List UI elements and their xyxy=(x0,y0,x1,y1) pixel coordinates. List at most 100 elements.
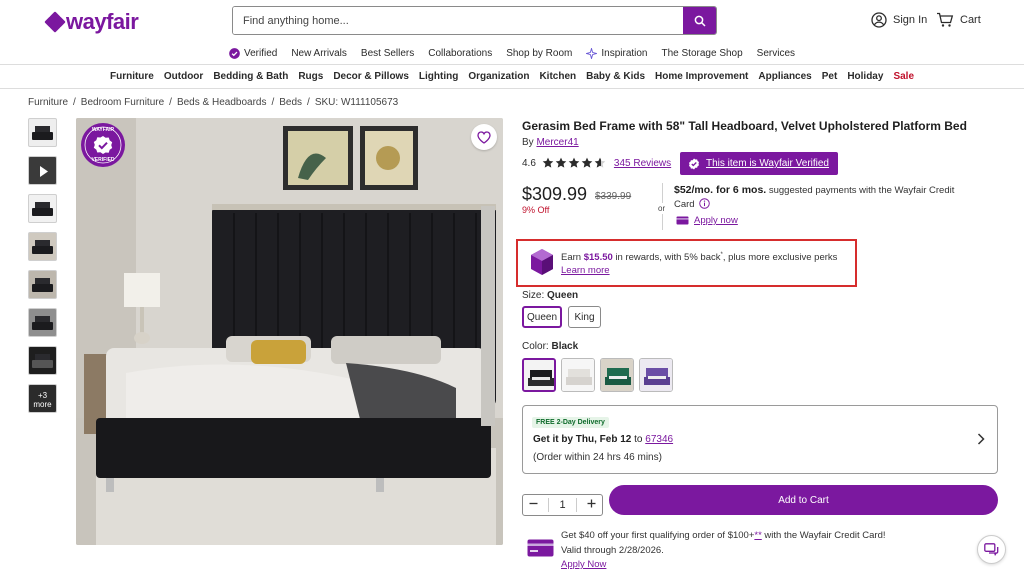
divider-line xyxy=(662,214,663,230)
thumbnail-bed-shape xyxy=(32,240,53,254)
color-swatch-white[interactable] xyxy=(561,358,595,392)
wishlist-button[interactable] xyxy=(471,124,497,150)
wayfair-verified-pill[interactable]: This item is Wayfair Verified xyxy=(680,152,838,175)
add-to-cart-button[interactable]: Add to Cart xyxy=(609,485,998,515)
thumbnail-strip: +3 more xyxy=(28,118,57,422)
nav-storage-shop[interactable]: The Storage Shop xyxy=(662,46,743,60)
thumbnail-4[interactable] xyxy=(28,232,57,261)
size-option-king[interactable]: King xyxy=(568,306,601,328)
wayfair-logo[interactable]: wayfair xyxy=(44,9,139,35)
promo-footnote-link[interactable]: ** xyxy=(754,530,761,541)
star-rating xyxy=(542,157,606,169)
thumbnail-7[interactable] xyxy=(28,346,57,375)
category-kitchen[interactable]: Kitchen xyxy=(539,71,576,82)
star-icon xyxy=(542,157,554,168)
stepper-divider xyxy=(548,498,550,512)
nav-inspiration[interactable]: Inspiration xyxy=(586,46,648,60)
category-bedding-bath[interactable]: Bedding & Bath xyxy=(213,71,288,82)
decrease-button[interactable] xyxy=(529,499,538,511)
thumbnail-6[interactable] xyxy=(28,308,57,337)
swatch-bed-black xyxy=(524,360,554,390)
nav-services[interactable]: Services xyxy=(757,46,795,60)
quantity-stepper: 1 xyxy=(522,494,603,516)
monthly-payment: $52/mo. for 6 mos. xyxy=(674,184,767,196)
info-icon[interactable] xyxy=(699,198,710,209)
category-organization[interactable]: Organization xyxy=(468,71,529,82)
seal-top-text: WAYFAIR xyxy=(91,127,115,133)
thumbnail-video[interactable] xyxy=(28,156,57,185)
promo-apply-now-link[interactable]: Apply Now xyxy=(561,559,606,570)
reviews-link[interactable]: 345 Reviews xyxy=(614,158,671,169)
category-furniture[interactable]: Furniture xyxy=(110,71,154,82)
quantity-value[interactable]: 1 xyxy=(559,499,565,511)
product-main-image[interactable]: WAYFAIR VERIFIED xyxy=(76,118,503,545)
category-baby-kids[interactable]: Baby & Kids xyxy=(586,71,645,82)
plus-icon xyxy=(587,499,596,508)
bed-photo-illustration xyxy=(76,118,503,545)
search-button[interactable] xyxy=(683,7,716,34)
chat-button[interactable] xyxy=(977,535,1006,564)
minus-icon xyxy=(529,502,538,505)
star-icon xyxy=(568,157,580,168)
breadcrumb-beds[interactable]: Beds xyxy=(279,97,302,108)
thumbnail-3[interactable] xyxy=(28,194,57,223)
wayfair-credit-card-icon xyxy=(527,539,554,557)
rewards-text: Earn $15.50 in rewards, with 5% back*, p… xyxy=(561,249,837,277)
category-lighting[interactable]: Lighting xyxy=(419,71,458,82)
brand-link[interactable]: Mercer41 xyxy=(536,137,578,148)
rewards-banner: Earn $15.50 in rewards, with 5% back*, p… xyxy=(516,239,857,287)
cart-icon xyxy=(937,12,954,27)
category-outdoor[interactable]: Outdoor xyxy=(164,71,203,82)
category-sale[interactable]: Sale xyxy=(893,71,914,82)
nav-best-sellers-label: Best Sellers xyxy=(360,47,415,59)
breadcrumb-sku: SKU: W111105673 xyxy=(314,97,399,108)
nav-verified[interactable]: Verified xyxy=(229,46,277,60)
cart-link[interactable]: Cart xyxy=(936,12,981,28)
color-swatch-green[interactable] xyxy=(600,358,634,392)
delivery-date: Get it by Thu, Feb 12 to 67346 xyxy=(533,434,673,445)
delivery-zip-link[interactable]: 67346 xyxy=(645,434,673,445)
nav-verified-label: Verified xyxy=(243,47,278,59)
color-swatch-black[interactable] xyxy=(522,358,556,392)
color-label: Color: Black xyxy=(522,341,578,352)
rewards-learn-more-link[interactable]: Learn more xyxy=(561,265,610,276)
cart-label: Cart xyxy=(960,14,981,26)
thumbnail-5[interactable] xyxy=(28,270,57,299)
sign-in-link[interactable]: Sign In xyxy=(871,12,927,28)
chat-icon xyxy=(983,542,998,556)
category-home-improvement[interactable]: Home Improvement xyxy=(655,71,748,82)
thumbnail-more-label: +3 more xyxy=(33,391,52,409)
thumbnail-bed-shape xyxy=(32,316,53,330)
breadcrumb-furniture[interactable]: Furniture xyxy=(28,97,68,108)
category-holiday[interactable]: Holiday xyxy=(847,71,883,82)
discount-label: 9% Off xyxy=(522,205,550,215)
increase-button[interactable] xyxy=(587,499,596,511)
nav-best-sellers[interactable]: Best Sellers xyxy=(361,46,414,60)
thumbnail-bed-shape xyxy=(32,126,53,140)
breadcrumb-bedroom-furniture[interactable]: Bedroom Furniture xyxy=(81,97,164,108)
sparkle-icon xyxy=(586,47,598,59)
promo-valid-through: Valid through 2/28/2026. xyxy=(561,544,664,556)
category-rugs[interactable]: Rugs xyxy=(298,71,323,82)
search-bar xyxy=(232,6,717,35)
search-input[interactable] xyxy=(233,7,683,34)
breadcrumb-beds-headboards[interactable]: Beds & Headboards xyxy=(177,97,267,108)
thumbnail-more[interactable]: +3 more xyxy=(28,384,57,413)
nav-inspiration-label: Inspiration xyxy=(601,47,648,59)
category-appliances[interactable]: Appliances xyxy=(758,71,811,82)
nav-shop-by-room[interactable]: Shop by Room xyxy=(506,46,572,60)
delivery-card[interactable]: FREE 2-Day Delivery Get it by Thu, Feb 1… xyxy=(522,405,998,474)
color-swatch-purple[interactable] xyxy=(639,358,673,392)
apply-now-link[interactable]: Apply now xyxy=(676,215,738,226)
apply-now-label: Apply now xyxy=(694,215,738,226)
category-nav: Furniture Outdoor Bedding & Bath Rugs De… xyxy=(0,71,1024,82)
category-decor-pillows[interactable]: Decor & Pillows xyxy=(333,71,409,82)
nav-collaborations[interactable]: Collaborations xyxy=(428,46,492,60)
breadcrumb-sep: / xyxy=(271,97,275,108)
product-brand-line: By Mercer41 xyxy=(522,137,579,148)
nav-new-arrivals[interactable]: New Arrivals xyxy=(291,46,347,60)
size-option-queen[interactable]: Queen xyxy=(522,306,562,328)
thumbnail-1[interactable] xyxy=(28,118,57,147)
category-pet[interactable]: Pet xyxy=(822,71,838,82)
nav-services-label: Services xyxy=(756,47,796,59)
